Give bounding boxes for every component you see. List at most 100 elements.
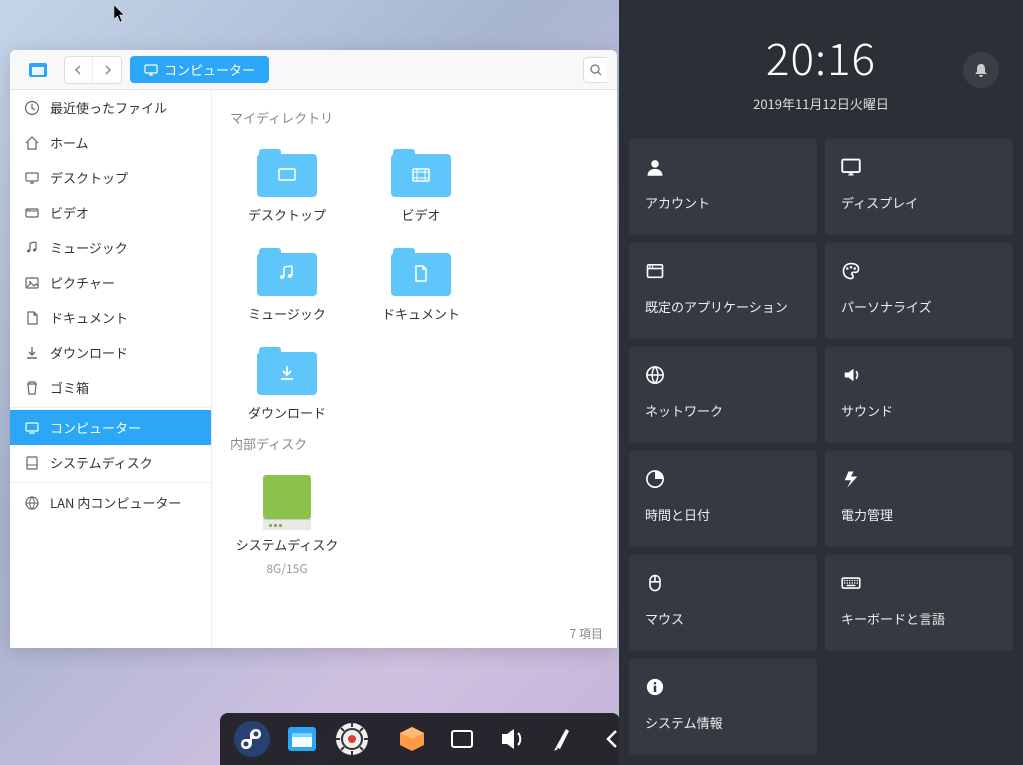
- settings-grid: アカウント ディスプレイ既定のアプリケーションパーソナライズネットワークサウンド時…: [619, 135, 1023, 765]
- file-manager-content: マイディレクトリデスクトップビデオミュージックドキュメントダウンロード内部ディス…: [212, 90, 617, 648]
- picture-icon: [24, 275, 40, 291]
- sidebar-item-clock[interactable]: 最近使ったファイル: [10, 90, 211, 125]
- folder-item[interactable]: ビデオ: [356, 141, 486, 232]
- sidebar-item-label: ダウンロード: [50, 343, 128, 362]
- sidebar-item-label: 最近使ったファイル: [50, 98, 167, 117]
- battery-icon: [841, 469, 863, 491]
- settings-tile-palette[interactable]: パーソナライズ: [825, 243, 1013, 339]
- folder-grid: システムディスク8G/15G: [222, 467, 607, 585]
- folder-item[interactable]: ダウンロード: [222, 339, 352, 430]
- sidebar-item-label: ビデオ: [50, 203, 89, 222]
- nav-buttons: [64, 56, 122, 84]
- dock-fedora-launcher[interactable]: [232, 719, 272, 759]
- tile-label: マウス: [645, 609, 801, 628]
- disk-capacity: 8G/15G: [266, 560, 307, 577]
- tile-label: 電力管理: [841, 505, 997, 524]
- sidebar-item-label: ゴミ箱: [50, 378, 89, 397]
- disk-icon: [263, 475, 311, 529]
- sidebar-item-label: デスクトップ: [50, 168, 128, 187]
- sidebar-item-label: ホーム: [50, 133, 89, 152]
- folder-item[interactable]: ドキュメント: [356, 240, 486, 331]
- clock-icon: [24, 100, 40, 116]
- settings-tile-sound[interactable]: サウンド: [825, 347, 1013, 443]
- settings-tile-clock-pie[interactable]: 時間と日付: [629, 451, 817, 547]
- window-icon: [645, 261, 667, 283]
- location-label: コンピューター: [164, 60, 255, 79]
- dock-file-manager[interactable]: [282, 719, 322, 759]
- file-manager-toolbar: コンピューター: [10, 50, 617, 90]
- settings-panel: 20:16 2019年11月12日火曜日 アカウント ディスプレイ既定のアプリケー…: [619, 0, 1023, 765]
- sidebar-item-label: システムディスク: [50, 453, 153, 472]
- sidebar-item-download[interactable]: ダウンロード: [10, 335, 211, 370]
- mouse-icon: [645, 573, 667, 595]
- settings-tile-mouse[interactable]: マウス: [629, 555, 817, 651]
- sidebar-separator: [10, 407, 211, 408]
- sidebar-item-trash[interactable]: ゴミ箱: [10, 370, 211, 405]
- dock-multitask[interactable]: [442, 719, 482, 759]
- folder-item[interactable]: デスクトップ: [222, 141, 352, 232]
- download-icon: [24, 345, 40, 361]
- folder-icon: [257, 149, 317, 197]
- folder-item[interactable]: ミュージック: [222, 240, 352, 331]
- sidebar-item-picture[interactable]: ピクチャー: [10, 265, 211, 300]
- folder-label: ミュージック: [248, 306, 326, 323]
- dock-app-store[interactable]: [392, 719, 432, 759]
- file-manager-window: コンピューター 最近使ったファイルホームデスクトップビデオミュージックピクチャー…: [10, 50, 617, 648]
- dock-volume[interactable]: [492, 719, 532, 759]
- notifications-button[interactable]: [963, 52, 999, 88]
- sidebar-item-label: ピクチャー: [50, 273, 115, 292]
- sidebar-item-home[interactable]: ホーム: [10, 125, 211, 160]
- video-icon: [24, 205, 40, 221]
- settings-tile-info[interactable]: システム情報: [629, 659, 817, 755]
- folder-label: デスクトップ: [248, 207, 326, 224]
- computer-icon: [24, 420, 40, 436]
- sidebar-item-document[interactable]: ドキュメント: [10, 300, 211, 335]
- file-manager-app-icon[interactable]: [20, 56, 56, 84]
- settings-tile-window[interactable]: 既定のアプリケーション: [629, 243, 817, 339]
- sound-icon: [841, 365, 863, 387]
- sidebar-item-video[interactable]: ビデオ: [10, 195, 211, 230]
- sidebar-item-disk[interactable]: システムディスク: [10, 445, 211, 480]
- sidebar-item-music[interactable]: ミュージック: [10, 230, 211, 265]
- disk-icon: [24, 455, 40, 471]
- nav-forward-button[interactable]: [93, 57, 121, 83]
- dock: [220, 713, 620, 765]
- folder-icon: [257, 248, 317, 296]
- music-icon: [24, 240, 40, 256]
- settings-tile-user[interactable]: アカウント: [629, 139, 817, 235]
- settings-tile-globe[interactable]: ネットワーク: [629, 347, 817, 443]
- palette-icon: [841, 261, 863, 283]
- tile-label: システム情報: [645, 713, 801, 732]
- dock-settings[interactable]: [332, 719, 372, 759]
- globe-icon: [645, 365, 667, 387]
- panel-header: 20:16 2019年11月12日火曜日: [619, 0, 1023, 135]
- settings-tile-battery[interactable]: 電力管理: [825, 451, 1013, 547]
- sidebar-item-label: コンピューター: [50, 418, 141, 437]
- document-icon: [24, 310, 40, 326]
- home-icon: [24, 135, 40, 151]
- settings-tile-monitor[interactable]: ディスプレイ: [825, 139, 1013, 235]
- sidebar-item-computer[interactable]: コンピューター: [10, 410, 211, 445]
- tile-label: アカウント: [645, 193, 801, 212]
- clock-time: 20:16: [649, 24, 993, 88]
- search-button[interactable]: [583, 57, 607, 83]
- folder-icon: [391, 149, 451, 197]
- tile-label: パーソナライズ: [841, 297, 997, 316]
- tile-label: 時間と日付: [645, 505, 801, 524]
- folder-grid: デスクトップ ビデオミュージック ドキュメントダウンロード: [222, 141, 607, 430]
- location-pill[interactable]: コンピューター: [130, 56, 269, 83]
- nav-back-button[interactable]: [65, 57, 93, 83]
- dock-theme[interactable]: [542, 719, 582, 759]
- trash-icon: [24, 380, 40, 396]
- settings-tile-keyboard[interactable]: キーボードと言語: [825, 555, 1013, 651]
- desktop-icon: [24, 170, 40, 186]
- sidebar-item-label: ドキュメント: [50, 308, 128, 327]
- sidebar-item-desktop[interactable]: デスクトップ: [10, 160, 211, 195]
- tile-label: キーボードと言語: [841, 609, 997, 628]
- disk-item[interactable]: システムディスク8G/15G: [222, 467, 352, 585]
- mouse-cursor: [114, 5, 128, 23]
- clock-date: 2019年11月12日火曜日: [649, 94, 993, 113]
- sidebar-separator: [10, 482, 211, 483]
- tile-label: サウンド: [841, 401, 997, 420]
- sidebar-item-network[interactable]: LAN 内コンピューター: [10, 485, 211, 520]
